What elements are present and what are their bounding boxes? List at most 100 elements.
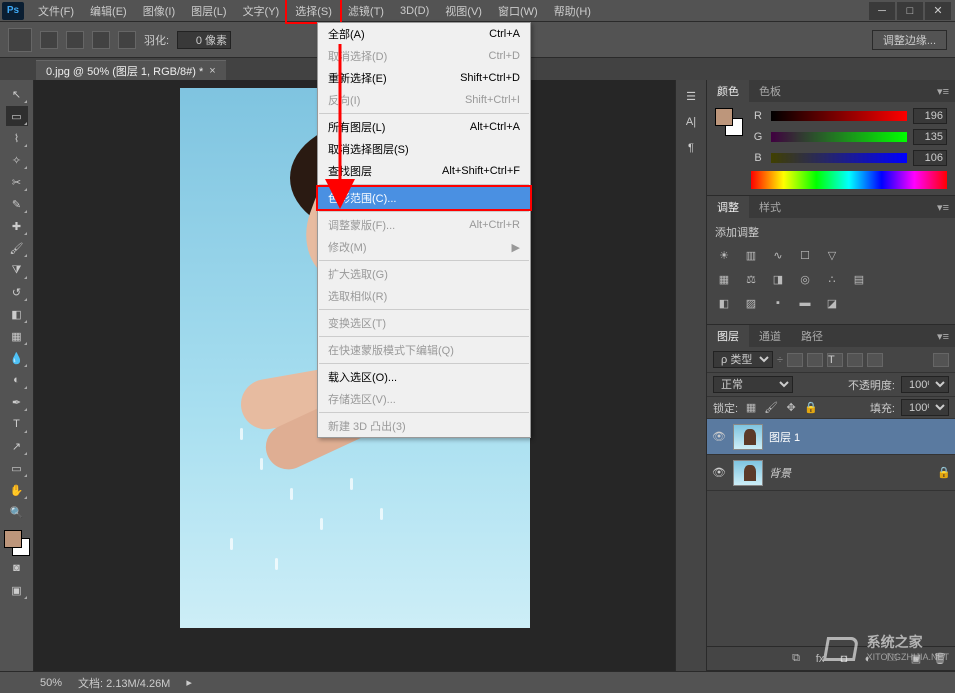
menu-item-A[interactable]: 全部(A)Ctrl+A xyxy=(318,23,530,45)
tab-adjustments[interactable]: 调整 xyxy=(707,196,749,218)
refine-edge-button[interactable]: 调整边缘... xyxy=(872,30,947,50)
filter-type-icon[interactable]: T xyxy=(827,353,843,367)
curves-icon[interactable]: ∿ xyxy=(769,246,787,264)
filter-toggle[interactable] xyxy=(933,353,949,367)
tab-color[interactable]: 颜色 xyxy=(707,80,749,102)
colorbal-icon[interactable]: ⚖ xyxy=(742,270,760,288)
link-icon[interactable]: ⧉ xyxy=(789,652,803,666)
menu-3d[interactable]: 3D(D) xyxy=(392,2,437,20)
zoom-tool[interactable]: 🔍 xyxy=(6,502,28,522)
heal-tool[interactable]: ✚ xyxy=(6,216,28,236)
threshold-icon[interactable]: ▪ xyxy=(769,294,787,312)
r-input[interactable] xyxy=(913,108,947,124)
move-tool[interactable]: ↖ xyxy=(6,84,28,104)
history-brush-tool[interactable]: ↺ xyxy=(6,282,28,302)
visibility-icon[interactable]: 👁 xyxy=(711,430,727,443)
blur-tool[interactable]: 💧 xyxy=(6,348,28,368)
menu-item-E[interactable]: 重新选择(E)Shift+Ctrl+D xyxy=(318,67,530,89)
crop-tool[interactable]: ✂ xyxy=(6,172,28,192)
character-panel-icon[interactable]: A| xyxy=(681,112,701,132)
screen-mode-tool[interactable]: ▣ xyxy=(6,580,28,600)
tab-swatches[interactable]: 色板 xyxy=(749,80,791,102)
menu-edit[interactable]: 编辑(E) xyxy=(82,0,135,22)
tab-styles[interactable]: 样式 xyxy=(749,196,791,218)
marquee-add-icon[interactable] xyxy=(66,31,84,49)
color-fgbg[interactable] xyxy=(715,108,743,136)
type-tool[interactable]: T xyxy=(6,414,28,434)
menu-window[interactable]: 窗口(W) xyxy=(490,0,546,22)
panel-menu-icon[interactable]: ▾≡ xyxy=(931,201,955,214)
b-input[interactable] xyxy=(913,150,947,166)
chanmix-icon[interactable]: ∴ xyxy=(823,270,841,288)
paragraph-panel-icon[interactable]: ¶ xyxy=(681,138,701,158)
layer-filter-type[interactable]: ρ 类型 xyxy=(713,351,773,368)
selcolor-icon[interactable]: ◪ xyxy=(823,294,841,312)
filter-smart-icon[interactable] xyxy=(867,353,883,367)
close-button[interactable]: ✕ xyxy=(925,2,951,20)
marquee-int-icon[interactable] xyxy=(118,31,136,49)
fill-select[interactable]: 100% xyxy=(901,399,949,416)
fg-color[interactable] xyxy=(4,530,22,548)
menu-item-S[interactable]: 取消选择图层(S) xyxy=(318,138,530,160)
tab-layers[interactable]: 图层 xyxy=(707,325,749,347)
marquee-rect-icon[interactable] xyxy=(40,31,58,49)
panel-menu-icon[interactable]: ▾≡ xyxy=(931,330,955,343)
opacity-select[interactable]: 100% xyxy=(901,376,949,393)
eraser-tool[interactable]: ◧ xyxy=(6,304,28,324)
hue-icon[interactable]: ▦ xyxy=(715,270,733,288)
close-tab-icon[interactable]: × xyxy=(209,65,215,77)
brush-tool[interactable]: 🖌 xyxy=(6,238,28,258)
brightness-icon[interactable]: ☀ xyxy=(715,246,733,264)
marquee-tool[interactable]: ▭ xyxy=(6,106,28,126)
dodge-tool[interactable]: ◐ xyxy=(6,370,28,390)
menu-help[interactable]: 帮助(H) xyxy=(546,0,599,22)
lookup-icon[interactable]: ▤ xyxy=(850,270,868,288)
filter-pixel-icon[interactable] xyxy=(787,353,803,367)
feather-input[interactable] xyxy=(177,31,231,49)
marquee-sub-icon[interactable] xyxy=(92,31,110,49)
tab-paths[interactable]: 路径 xyxy=(791,325,833,347)
document-tab[interactable]: 0.jpg @ 50% (图层 1, RGB/8#) * × xyxy=(36,60,226,80)
menu-image[interactable]: 图像(I) xyxy=(135,0,183,22)
tab-channels[interactable]: 通道 xyxy=(749,325,791,347)
vibrance-icon[interactable]: ▽ xyxy=(823,246,841,264)
eyedropper-tool[interactable]: ✎ xyxy=(6,194,28,214)
menu-layer[interactable]: 图层(L) xyxy=(183,0,234,22)
path-select-tool[interactable]: ↗ xyxy=(6,436,28,456)
current-tool-icon[interactable] xyxy=(8,28,32,52)
menu-item-C[interactable]: 色彩范围(C)... xyxy=(318,187,530,209)
layer-name[interactable]: 图层 1 xyxy=(769,429,951,445)
stamp-tool[interactable]: ⧩ xyxy=(6,260,28,280)
layer-item-bg[interactable]: 👁 背景 🔒 xyxy=(707,455,955,491)
panel-menu-icon[interactable]: ▾≡ xyxy=(931,85,955,98)
filter-adjust-icon[interactable] xyxy=(807,353,823,367)
posterize-icon[interactable]: ▨ xyxy=(742,294,760,312)
bw-icon[interactable]: ◨ xyxy=(769,270,787,288)
wand-tool[interactable]: ✧ xyxy=(6,150,28,170)
blend-mode-select[interactable]: 正常 xyxy=(713,376,793,393)
spectrum-bar[interactable] xyxy=(751,171,947,189)
menu-type[interactable]: 文字(Y) xyxy=(235,0,288,22)
b-slider[interactable] xyxy=(771,153,907,163)
quickmask-tool[interactable]: ◙ xyxy=(6,558,28,578)
lasso-tool[interactable]: ⌇ xyxy=(6,128,28,148)
doc-info[interactable]: 文档: 2.13M/4.26M xyxy=(78,675,170,691)
history-panel-icon[interactable]: ☰ xyxy=(681,86,701,106)
layer-thumb[interactable] xyxy=(733,424,763,450)
menu-view[interactable]: 视图(V) xyxy=(437,0,490,22)
menu-select[interactable]: 选择(S) xyxy=(287,0,340,22)
layer-thumb[interactable] xyxy=(733,460,763,486)
color-swatches[interactable] xyxy=(4,530,30,556)
gradient-tool[interactable]: ▦ xyxy=(6,326,28,346)
g-input[interactable] xyxy=(913,129,947,145)
layer-name[interactable]: 背景 xyxy=(769,465,931,481)
photofilter-icon[interactable]: ◎ xyxy=(796,270,814,288)
exposure-icon[interactable]: ☐ xyxy=(796,246,814,264)
minimize-button[interactable]: ─ xyxy=(869,2,895,20)
menu-item-O[interactable]: 载入选区(O)... xyxy=(318,366,530,388)
doc-info-arrow[interactable]: ▸ xyxy=(186,676,192,689)
r-slider[interactable] xyxy=(771,111,907,121)
invert-icon[interactable]: ◧ xyxy=(715,294,733,312)
menu-filter[interactable]: 滤镜(T) xyxy=(340,0,392,22)
shape-tool[interactable]: ▭ xyxy=(6,458,28,478)
